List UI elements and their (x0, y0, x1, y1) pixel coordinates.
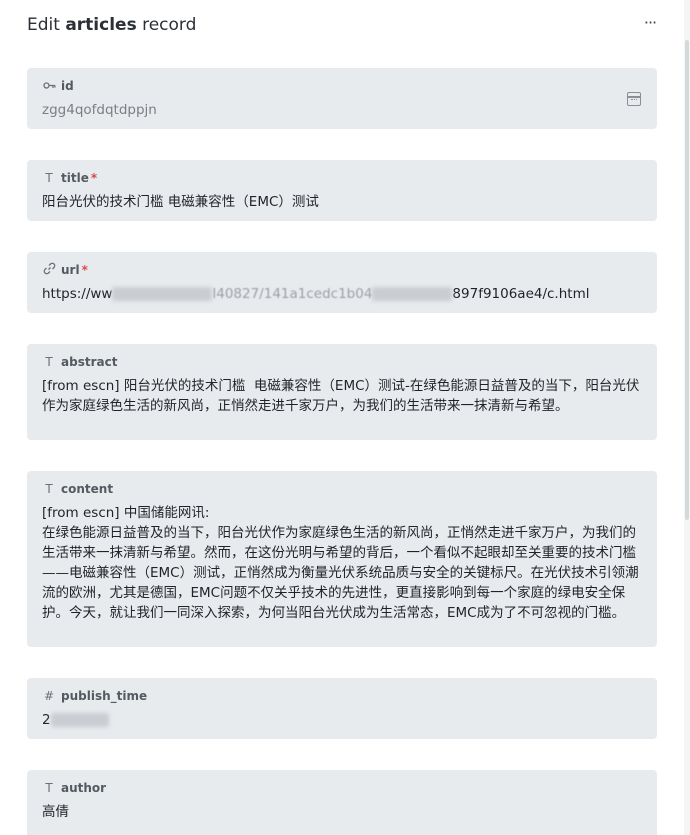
panel-header: Edit articles record ··· (27, 14, 667, 38)
calendar-icon[interactable] (627, 92, 641, 106)
more-options-button[interactable]: ··· (639, 14, 661, 36)
redacted-segment (50, 713, 109, 727)
field-id[interactable]: id zgg4qofdqtdppjn (27, 68, 657, 129)
url-input[interactable]: https://ww l40827/141a1cedc1b04 897f9106ae… (42, 284, 642, 304)
field-label-text: url (61, 263, 80, 277)
text-icon: T (45, 171, 53, 185)
title-prefix: Edit (27, 15, 66, 35)
hash-icon: # (43, 689, 55, 703)
field-label-text: author (61, 781, 107, 795)
key-icon (42, 79, 56, 93)
text-icon: T (45, 781, 53, 795)
field-id-label: id (42, 78, 642, 94)
field-content[interactable]: T content [from escn] 中国储能网讯: 在绿色能源日益普及的… (27, 471, 657, 647)
link-icon (42, 262, 56, 278)
title-table-name: articles (65, 15, 137, 35)
title-input[interactable]: 阳台光伏的技术门槛 电磁兼容性（EMC）测试 (42, 192, 642, 212)
required-marker: * (90, 171, 98, 185)
redacted-segment (372, 287, 453, 301)
publish-time-input[interactable]: 2 (42, 710, 642, 730)
field-abstract-label: T abstract (42, 354, 642, 370)
field-label-text: publish_time (61, 689, 148, 703)
field-label-text: id (61, 79, 74, 93)
field-title-label: T title * (42, 170, 642, 186)
field-publish-time-label: # publish_time (42, 688, 642, 704)
content-textarea[interactable]: [from escn] 中国储能网讯: 在绿色能源日益普及的当下，阳台光伏作为家… (42, 503, 642, 623)
url-text-end: 897f9106ae4/c.html (452, 286, 590, 302)
field-abstract[interactable]: T abstract [from escn] 阳台光伏的技术门槛 电磁兼容性（E… (27, 344, 657, 440)
publish-time-text: 2 (42, 712, 51, 728)
author-input[interactable]: 高倩 (42, 802, 642, 822)
text-icon: T (45, 355, 53, 369)
abstract-textarea[interactable]: [from escn] 阳台光伏的技术门槛 电磁兼容性（EMC）测试-在绿色能源… (42, 376, 642, 416)
field-url[interactable]: url * https://ww l40827/141a1cedc1b04 897f… (27, 252, 657, 313)
field-content-label: T content (42, 481, 642, 497)
url-text-mid: l40827/141a1cedc1b04 (212, 286, 373, 302)
id-input[interactable]: zgg4qofdqtdppjn (42, 100, 642, 120)
text-icon: T (45, 482, 53, 496)
field-label-text: abstract (61, 355, 118, 369)
field-publish-time[interactable]: # publish_time 2 (27, 678, 657, 739)
title-suffix: record (136, 15, 197, 35)
panel-title: Edit articles record (27, 14, 667, 36)
field-author-label: T author (42, 780, 642, 796)
field-author[interactable]: T author 高倩 (27, 770, 657, 835)
field-label-text: title (61, 171, 89, 185)
scrollbar-track[interactable] (684, 0, 690, 835)
redacted-segment (112, 287, 213, 301)
field-url-label: url * (42, 262, 642, 278)
field-title[interactable]: T title * 阳台光伏的技术门槛 电磁兼容性（EMC）测试 (27, 160, 657, 221)
scrollbar-thumb[interactable] (685, 40, 689, 520)
field-label-text: content (61, 482, 114, 496)
required-marker: * (81, 263, 88, 277)
url-text-start: https://ww (42, 286, 113, 302)
